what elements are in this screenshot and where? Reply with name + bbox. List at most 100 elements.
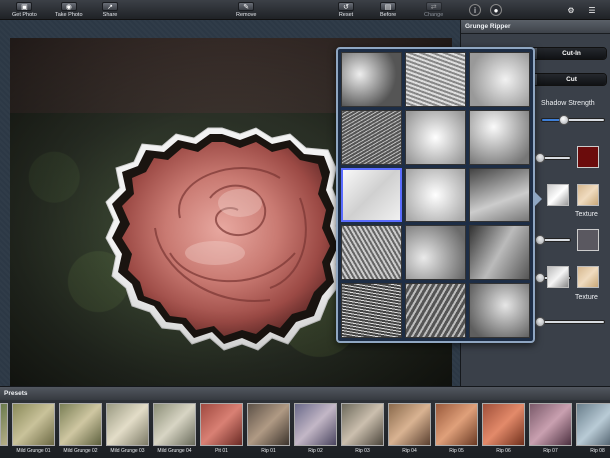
border-color-swatch[interactable]	[577, 229, 599, 251]
texture-grid	[341, 52, 530, 338]
preset-item[interactable]: Rip 07	[529, 403, 572, 454]
texture-label-1: Texture	[575, 211, 598, 218]
take-photo-button[interactable]: ◉ Take Photo	[55, 2, 83, 19]
preset-item[interactable]: Mild Grunge 03	[106, 403, 149, 454]
preset-label: Rip 02	[308, 448, 323, 454]
texture-thumb-1[interactable]	[547, 184, 569, 206]
preset-thumbnail[interactable]	[153, 403, 196, 446]
texture-label-2: Texture	[575, 294, 598, 301]
camera-icon: ◉	[60, 2, 77, 11]
preset-thumbnail[interactable]	[294, 403, 337, 446]
shadow-size-slider[interactable]	[535, 153, 571, 163]
border-width-slider[interactable]	[535, 317, 605, 327]
preset-item[interactable]: Rip 08	[576, 403, 610, 454]
presets-header: Presets	[0, 386, 610, 400]
preset-label: Mild Grunge 02	[63, 448, 98, 454]
menu-list-icon[interactable]: ☰	[586, 4, 598, 16]
preset-item[interactable]: Rip 04	[388, 403, 431, 454]
preset-label: Pit 01	[215, 448, 228, 454]
preset-thumbnail[interactable]	[482, 403, 525, 446]
preset-item[interactable]	[0, 403, 8, 448]
texture-option[interactable]	[341, 167, 402, 223]
texture-picker-popover	[336, 47, 542, 343]
change-button[interactable]: ⇄ Change	[424, 2, 443, 19]
share-icon: ↗	[102, 2, 118, 11]
preset-label: Rip 04	[402, 448, 417, 454]
preset-thumbnail[interactable]	[388, 403, 431, 446]
cut-option[interactable]: Cut	[537, 74, 606, 85]
reset-button[interactable]: ↺ Reset	[338, 2, 354, 19]
texture-option[interactable]	[469, 225, 530, 281]
texture-option[interactable]	[405, 225, 466, 281]
preset-label: Mild Grunge 04	[157, 448, 192, 454]
preset-label: Mild Grunge 01	[16, 448, 51, 454]
slider-knob[interactable]	[535, 317, 545, 327]
slider-knob[interactable]	[535, 153, 545, 163]
gear-icon[interactable]: ⚙	[565, 4, 577, 16]
texture-option[interactable]	[341, 109, 402, 165]
panel-title: Grunge Ripper	[461, 20, 610, 34]
slider-knob[interactable]	[535, 273, 545, 283]
preset-item[interactable]: Rip 03	[341, 403, 384, 454]
preset-thumbnail[interactable]	[0, 403, 8, 446]
change-icon: ⇄	[425, 2, 442, 11]
preset-item[interactable]: Rip 01	[247, 403, 290, 454]
preset-item[interactable]: Mild Grunge 02	[59, 403, 102, 454]
preset-label: Rip 05	[449, 448, 464, 454]
presets-strip[interactable]: Mild Grunge 01 Mild Grunge 02 Mild Grunge …	[0, 400, 610, 458]
preset-item[interactable]: Rip 02	[294, 403, 337, 454]
preset-thumbnail[interactable]	[341, 403, 384, 446]
reset-icon: ↺	[338, 2, 354, 11]
get-photo-button[interactable]: ▣ Get Photo	[12, 2, 37, 19]
info-icon[interactable]: i	[469, 4, 481, 16]
preset-label: Rip 01	[261, 448, 276, 454]
brush-icon: ✎	[238, 2, 255, 11]
texture-thumb-4[interactable]	[577, 266, 599, 288]
preset-item[interactable]: Rip 05	[435, 403, 478, 454]
texture-option[interactable]	[405, 167, 466, 223]
preset-thumbnail[interactable]	[12, 403, 55, 446]
preset-thumbnail[interactable]	[247, 403, 290, 446]
texture-option[interactable]	[405, 109, 466, 165]
preset-item[interactable]: Rip 06	[482, 403, 525, 454]
preset-label: Rip 08	[590, 448, 605, 454]
top-toolbar: ▣ Get Photo ◉ Take Photo ↗ Share ✎ Remov…	[0, 0, 610, 20]
slider-knob[interactable]	[558, 115, 569, 125]
preset-thumbnail[interactable]	[435, 403, 478, 446]
texture-option[interactable]	[405, 283, 466, 338]
preset-item[interactable]: Mild Grunge 04	[153, 403, 196, 454]
preset-thumbnail[interactable]	[576, 403, 610, 446]
texture-option[interactable]	[469, 283, 530, 338]
preset-thumbnail[interactable]	[106, 403, 149, 446]
preset-label: Rip 07	[543, 448, 558, 454]
preset-item[interactable]: Mild Grunge 01	[12, 403, 55, 454]
texture-option[interactable]	[469, 167, 530, 223]
texture-thumb-2[interactable]	[577, 184, 599, 206]
preset-item[interactable]: Pit 01	[200, 403, 243, 454]
texture-option[interactable]	[341, 283, 402, 338]
before-button[interactable]: ▤ Before	[380, 2, 396, 19]
texture-option[interactable]	[341, 225, 402, 281]
preset-label: Rip 03	[355, 448, 370, 454]
remove-button[interactable]: ✎ Remove	[236, 2, 256, 19]
preset-thumbnail[interactable]	[200, 403, 243, 446]
preset-thumbnail[interactable]	[529, 403, 572, 446]
texture-option[interactable]	[341, 52, 402, 107]
record-icon[interactable]: ●	[490, 4, 502, 16]
shadow-strength-slider[interactable]	[541, 115, 605, 125]
preset-label: Rip 06	[496, 448, 511, 454]
cutin-option[interactable]: Cut-In	[537, 48, 606, 59]
photo-icon: ▣	[16, 2, 33, 11]
slider-knob[interactable]	[535, 235, 545, 245]
texture-slider[interactable]	[535, 235, 571, 245]
texture-thumb-3[interactable]	[547, 266, 569, 288]
preset-label: Mild Grunge 03	[110, 448, 145, 454]
texture-option[interactable]	[469, 109, 530, 165]
shadow-color-swatch[interactable]	[577, 146, 599, 168]
preset-thumbnail[interactable]	[59, 403, 102, 446]
before-icon: ▤	[380, 2, 397, 11]
share-button[interactable]: ↗ Share	[102, 2, 118, 19]
texture-option[interactable]	[469, 52, 530, 107]
texture-option[interactable]	[405, 52, 466, 107]
shadow-strength-label: Shadow Strength	[541, 100, 595, 107]
